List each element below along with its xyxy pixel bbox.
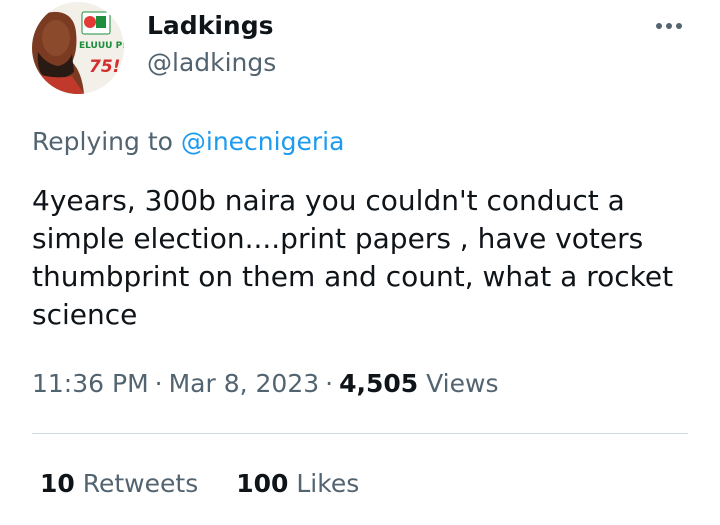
retweets-count: 10 bbox=[40, 469, 75, 498]
more-horizontal-icon-dot bbox=[666, 23, 672, 29]
tweet-meta: 11:36 PM · Mar 8, 2023 · 4,505 Views bbox=[32, 366, 498, 402]
user-handle[interactable]: @ladkings bbox=[147, 47, 276, 79]
retweets-label: Retweets bbox=[82, 469, 199, 498]
replying-to: Replying to @inecnigeria bbox=[32, 124, 344, 160]
display-name[interactable]: Ladkings bbox=[147, 10, 273, 42]
retweets-stat[interactable]: 10 Retweets bbox=[40, 466, 198, 502]
likes-count: 100 bbox=[236, 469, 289, 498]
avatar-number-text: 75! bbox=[89, 57, 120, 77]
avatar-image: ELUUU P! 75! bbox=[32, 2, 124, 94]
replying-to-prefix: Replying to bbox=[32, 127, 181, 156]
avatar[interactable]: ELUUU P! 75! bbox=[32, 2, 124, 94]
likes-label: Likes bbox=[296, 469, 360, 498]
views-label: Views bbox=[426, 369, 499, 398]
reply-mention-link[interactable]: @inecnigeria bbox=[181, 127, 345, 156]
divider bbox=[32, 433, 688, 434]
tweet-time[interactable]: 11:36 PM bbox=[32, 369, 149, 398]
tweet-date[interactable]: Mar 8, 2023 bbox=[169, 369, 320, 398]
more-options-button[interactable] bbox=[652, 14, 686, 38]
avatar-badge-text: ELUUU P! bbox=[79, 41, 124, 51]
more-horizontal-icon-dot bbox=[676, 23, 682, 29]
tweet-stats: 10 Retweets 100 Likes bbox=[40, 466, 359, 502]
meta-separator: · bbox=[325, 369, 334, 398]
more-horizontal-icon bbox=[656, 23, 662, 29]
likes-stat[interactable]: 100 Likes bbox=[236, 466, 359, 502]
views-count: 4,505 bbox=[339, 369, 419, 398]
tweet-text: 4years, 300b naira you couldn't conduct … bbox=[32, 184, 682, 331]
meta-separator: · bbox=[154, 369, 163, 398]
